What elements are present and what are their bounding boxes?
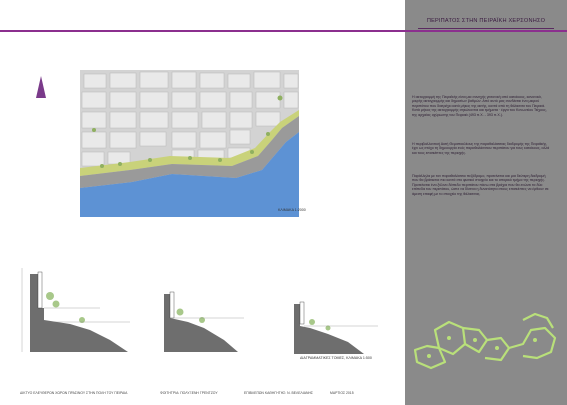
map-scale-caption: ΚΛΙΜΑΚΑ 1:2000 — [278, 208, 306, 212]
footer-date: ΜΑΡΤΙΟΣ 2015 — [330, 391, 354, 395]
section-2 — [158, 288, 258, 357]
sections-scale-caption: ΔΙΑΓΡΑΜΜΑΤΙΚΕΣ ΤΟΜΕΣ, ΚΛΙΜΑΚΑ 1:500 — [300, 356, 372, 360]
header-rule — [0, 30, 405, 32]
paragraph-1: Η ακτογραμμή της Πειραϊκής είναι μια συν… — [412, 95, 547, 117]
panel-title: ΠΕΡΙΠΑΤΟΣ ΣΤΗΝ ΠΕΙΡΑΪΚΗ ΧΕΡΣΟΝΗΣΟ — [426, 18, 546, 24]
paragraph-2: Η περιβαλλοντική Ακτή Θεμιστοκλέους της … — [412, 142, 550, 155]
north-arrow-icon — [36, 76, 46, 98]
footer-professor: ΕΠΙΒΛΕΠΩΝ ΚΑΘΗΓΗΤΗΣ: Ν. ΒΕΛΕΛΙΑΝΗΣ — [244, 391, 314, 395]
site-map — [80, 70, 299, 217]
site-plan-diagram — [405, 300, 567, 375]
paragraph-3: Παράλληλα με τον παραθαλάσσιο πεζόδρομο,… — [412, 174, 549, 196]
footer-student: ΦΟΙΤΗΤΡΙΑ: ΠΟΛΥΞΕΝΗ ΓΡΕΝΤΖΟΥ — [160, 391, 218, 395]
title-underline — [418, 28, 554, 29]
section-3 — [288, 300, 388, 359]
section-1 — [20, 268, 160, 357]
footer-program: ΔΙΚΤΥΟ ΕΛΕΥΘΕΡΩΝ ΧΩΡΩΝ ΠΡΑΣΙΝΟΥ ΣΤΗΝ ΠΟΛ… — [20, 391, 128, 395]
header-rule-right — [405, 30, 567, 32]
